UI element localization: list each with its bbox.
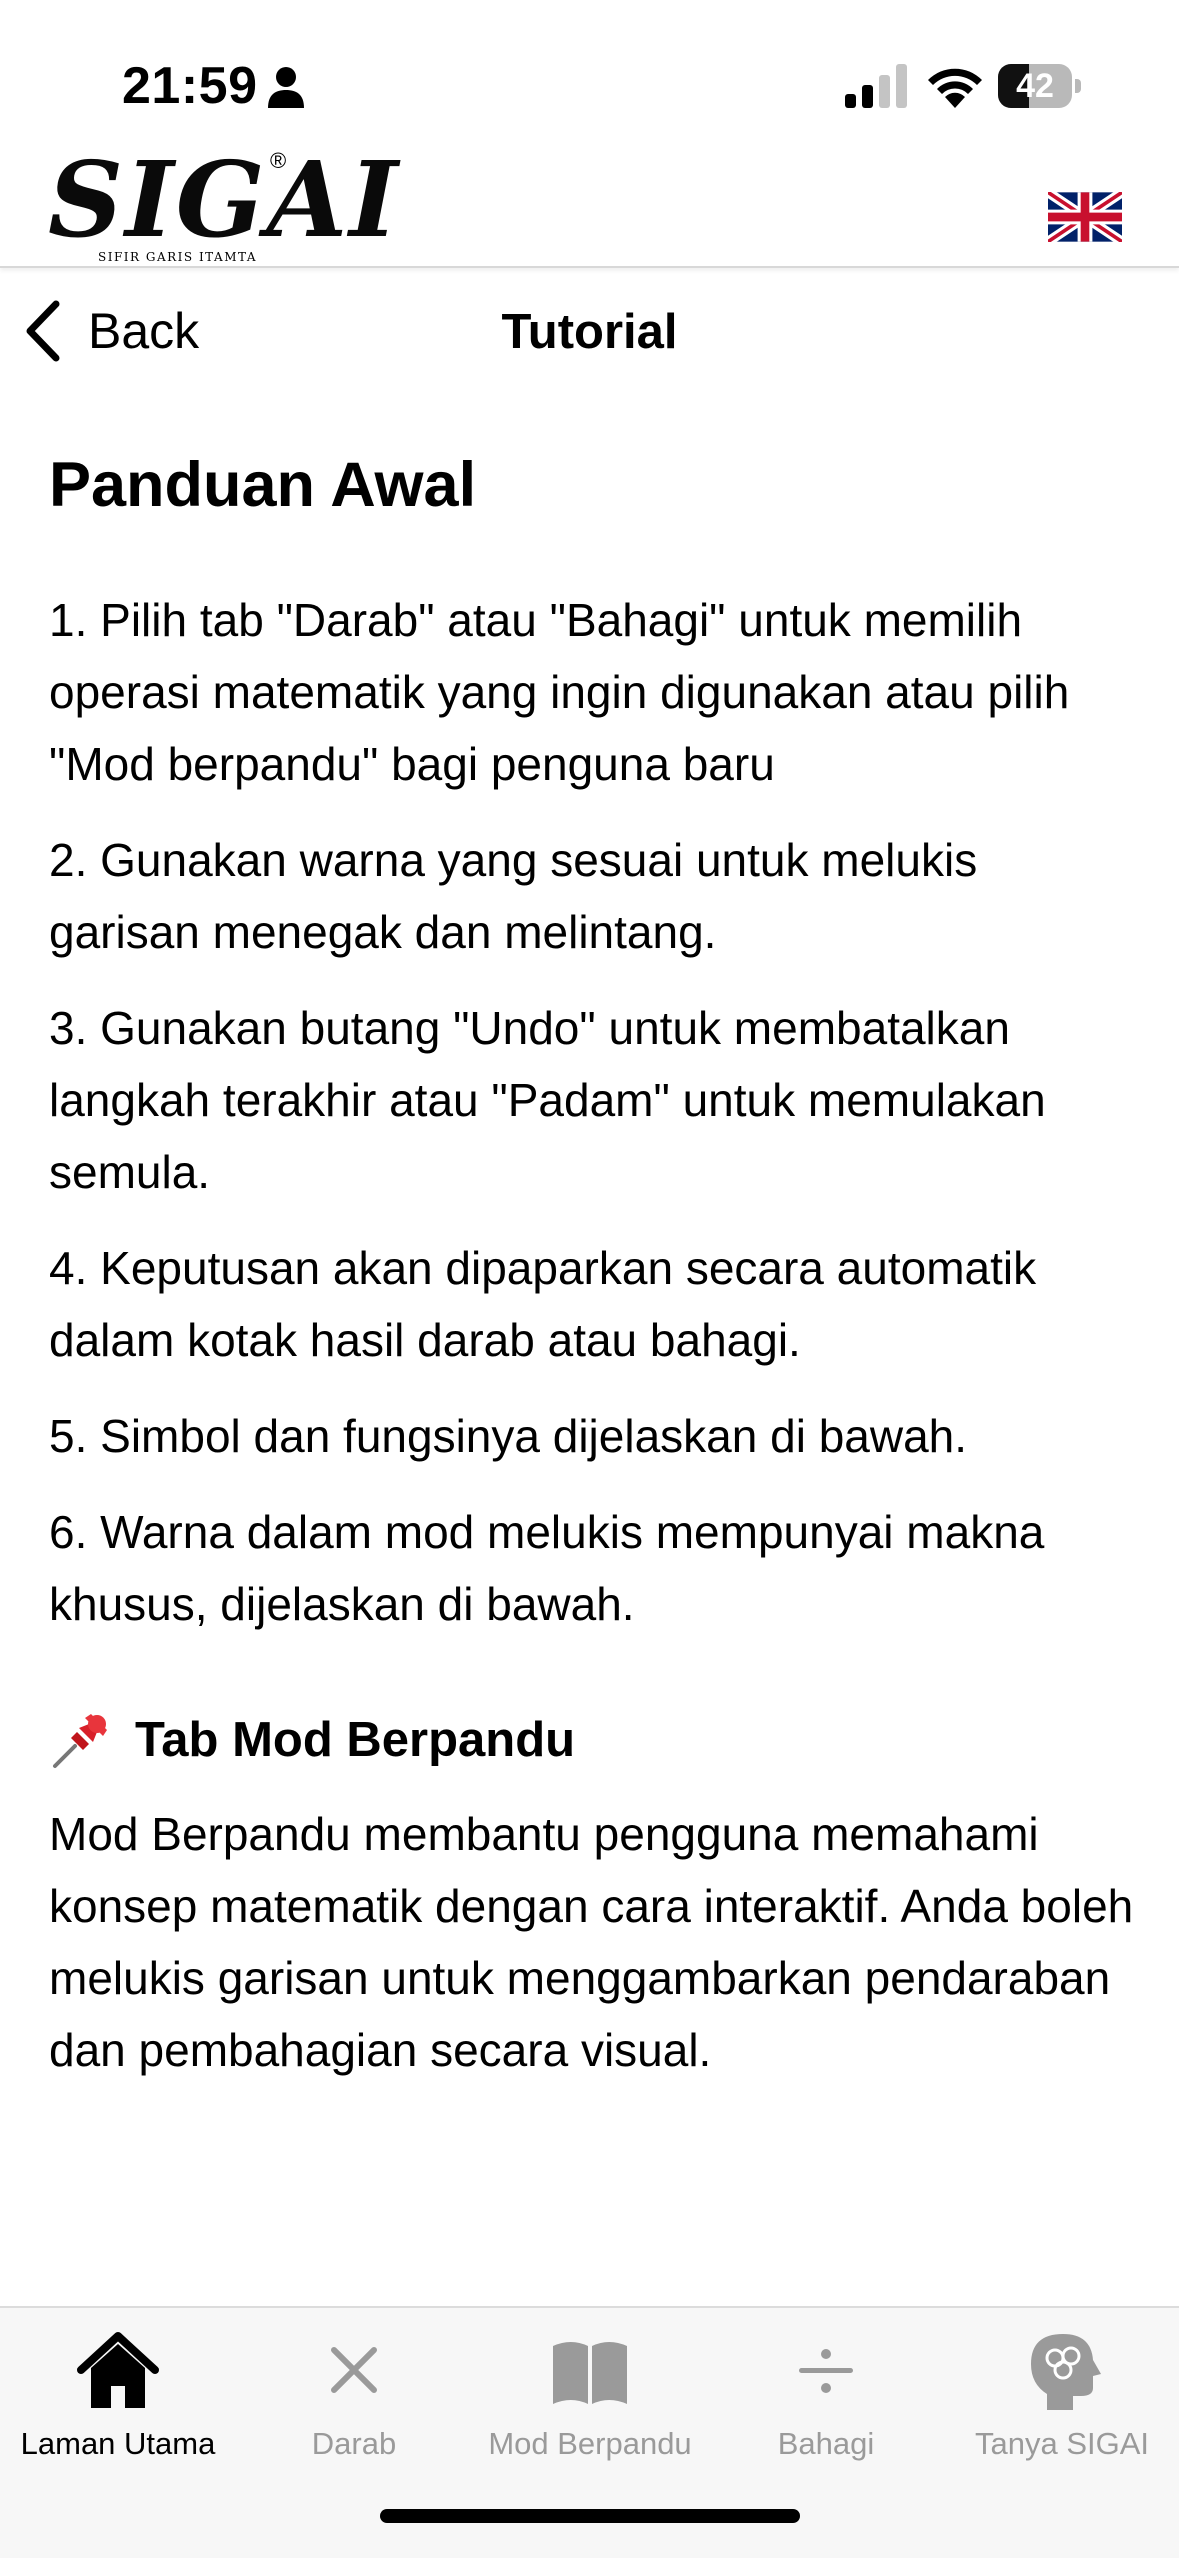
uk-flag-icon[interactable] [1048, 192, 1122, 242]
signal-icon [845, 64, 907, 108]
brain-head-icon [1031, 2334, 1101, 2410]
home-icon [77, 2332, 159, 2408]
tutorial-content: Panduan Awal 1. Pilih tab "Darab" atau "… [49, 440, 1139, 2086]
logo-subtitle: SIFIR GARIS ITAMTA [98, 250, 257, 264]
multiply-icon [331, 2347, 377, 2393]
logo-text: SIGAI [48, 138, 400, 261]
guide-heading: Panduan Awal [49, 450, 477, 520]
tab-tanya-sigai[interactable]: Tanya SIGAI [944, 2308, 1179, 2468]
home-indicator [380, 2509, 800, 2523]
navigation-bar: Back Tutorial [0, 268, 1179, 400]
tab-darab[interactable]: Darab [236, 2308, 472, 2468]
person-icon [268, 67, 304, 108]
logo-registered-mark: ® [270, 148, 287, 173]
tab-bahagi[interactable]: Bahagi [708, 2308, 944, 2468]
tab-laman-utama[interactable]: Laman Utama [0, 2308, 236, 2468]
tab-mod-berpandu[interactable]: Mod Berpandu [472, 2308, 708, 2468]
tab-label: Laman Utama [20, 2426, 216, 2461]
battery-level: 42 [1016, 67, 1054, 105]
book-icon [553, 2342, 627, 2404]
status-time: 21:59 [122, 57, 258, 115]
guide-step: 3. Gunakan butang "Undo" untuk membatalk… [49, 1002, 1046, 1198]
guide-step: 5. Simbol dan fungsinya dijelaskan di ba… [49, 1410, 968, 1462]
guide-step: 4. Keputusan akan dipaparkan secara auto… [49, 1242, 1037, 1366]
tab-label: Mod Berpandu [488, 2426, 692, 2461]
wifi-icon [928, 68, 982, 108]
page-title: Tutorial [501, 305, 678, 359]
pin-icon [53, 1714, 107, 1768]
tab-label: Tanya SIGAI [974, 2426, 1150, 2461]
section-heading: Tab Mod Berpandu [49, 1702, 1139, 1778]
status-bar: 21:59 42 [0, 0, 1179, 140]
section-body: Mod Berpandu membantu pengguna memahami … [49, 1808, 1134, 2076]
divide-icon [799, 2349, 853, 2393]
guide-step: 1. Pilih tab "Darab" atau "Bahagi" untuk… [49, 594, 1070, 790]
battery-icon: 42 [998, 64, 1082, 108]
guide-step: 6. Warna dalam mod melukis mempunyai mak… [49, 1506, 1045, 1630]
guide-step: 2. Gunakan warna yang sesuai untuk meluk… [49, 834, 978, 958]
tab-label: Bahagi [777, 2426, 875, 2461]
section-title: Tab Mod Berpandu [135, 1713, 576, 1767]
app-header: SIGAI ® SIFIR GARIS ITAMTA [0, 140, 1179, 268]
tab-label: Darab [311, 2426, 397, 2461]
